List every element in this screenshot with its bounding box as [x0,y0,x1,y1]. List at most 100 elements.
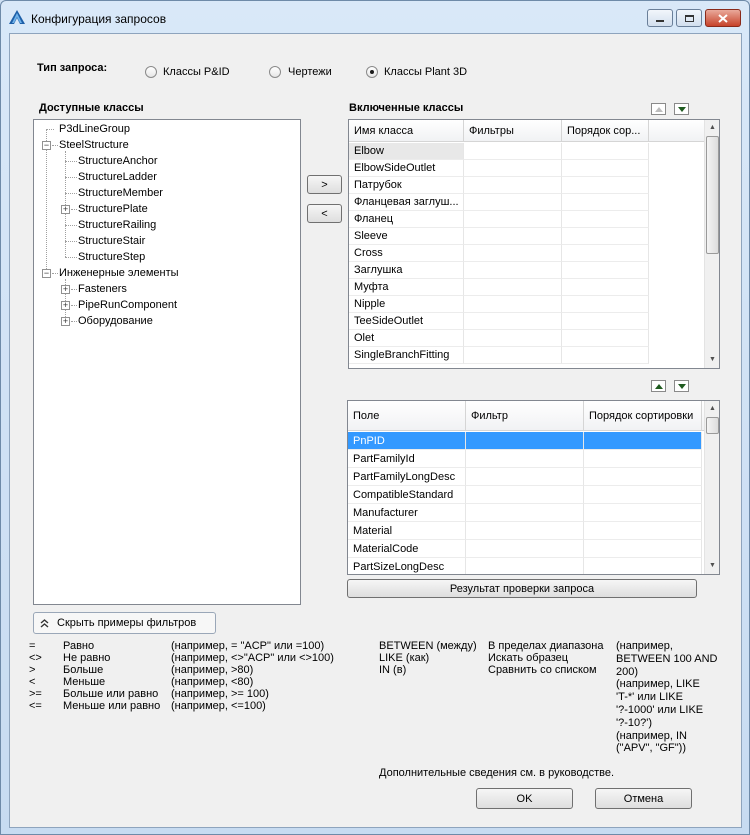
filters-cell[interactable] [464,330,562,347]
field-name-cell[interactable]: PnPID [348,432,466,450]
expand-structureplate-icon[interactable]: + [61,205,70,214]
sort-order-cell[interactable] [584,486,702,504]
filter-cell[interactable] [466,558,584,574]
tree-item-p3dlinegroup[interactable]: P3dLineGroup [59,123,130,135]
radio-pid-classes-label[interactable]: Классы P&ID [163,66,230,78]
included-class-row[interactable]: Заглушка [349,262,704,279]
tree-item-structurestep[interactable]: StructureStep [78,251,145,263]
sort-order-cell[interactable] [562,211,649,228]
sort-order-cell[interactable] [562,262,649,279]
sort-order-cell[interactable] [562,330,649,347]
maximize-button[interactable] [676,9,702,27]
filters-cell[interactable] [464,177,562,194]
filters-cell[interactable] [464,313,562,330]
sort-order-cell[interactable] [562,279,649,296]
column-header-field[interactable]: Поле [348,401,466,431]
hide-filter-examples-button[interactable]: Скрыть примеры фильтров [33,612,216,634]
filter-cell[interactable] [466,540,584,558]
sort-order-cell[interactable] [562,177,649,194]
included-class-row[interactable]: ElbowSideOutlet [349,160,704,177]
collapse-engineering-items-icon[interactable]: − [42,269,51,278]
available-classes-tree[interactable]: P3dLineGroup − SteelStructure StructureA… [33,119,301,605]
column-header-sort-order[interactable]: Порядок сортировки [584,401,702,431]
validate-query-button[interactable]: Результат проверки запроса [347,579,697,598]
filters-cell[interactable] [464,160,562,177]
filters-cell[interactable] [464,194,562,211]
filters-cell[interactable] [464,211,562,228]
included-class-row[interactable]: Фланец [349,211,704,228]
field-row[interactable]: PnPID [348,432,704,450]
move-field-down-button[interactable] [674,380,689,392]
filter-cell[interactable] [466,486,584,504]
radio-drawings-label[interactable]: Чертежи [288,66,332,78]
collapse-steelstructure-icon[interactable]: − [42,141,51,150]
class-name-cell[interactable]: SingleBranchFitting [349,347,464,364]
filters-cell[interactable] [464,143,562,160]
class-name-cell[interactable]: Патрубок [349,177,464,194]
filters-cell[interactable] [464,296,562,313]
filters-cell[interactable] [464,279,562,296]
filter-cell[interactable] [466,450,584,468]
included-class-row[interactable]: Муфта [349,279,704,296]
field-row[interactable]: MaterialCode [348,540,704,558]
minimize-button[interactable] [647,9,673,27]
sort-order-cell[interactable] [584,468,702,486]
tree-item-structuremember[interactable]: StructureMember [78,187,163,199]
sort-order-cell[interactable] [562,296,649,313]
sort-order-cell[interactable] [584,432,702,450]
filters-cell[interactable] [464,347,562,364]
filter-cell[interactable] [466,504,584,522]
included-class-row[interactable]: Elbow [349,143,704,160]
column-header-filters[interactable]: Фильтры [464,120,562,142]
scroll-down-icon[interactable]: ▼ [706,352,719,366]
move-class-up-button[interactable] [651,103,666,115]
class-name-cell[interactable]: Cross [349,245,464,262]
filters-cell[interactable] [464,228,562,245]
sort-order-cell[interactable] [584,558,702,574]
included-class-row[interactable]: Sleeve [349,228,704,245]
tree-item-equipment[interactable]: Оборудование [78,315,153,327]
field-name-cell[interactable]: PartSizeLongDesc [348,558,466,574]
tree-item-structurerailing[interactable]: StructureRailing [78,219,156,231]
scroll-down-icon[interactable]: ▼ [706,558,719,572]
add-class-button[interactable]: > [307,175,342,194]
column-header-class-name[interactable]: Имя класса [349,120,464,142]
class-name-cell[interactable]: TeeSideOutlet [349,313,464,330]
included-class-row[interactable]: Olet [349,330,704,347]
move-class-down-button[interactable] [674,103,689,115]
class-name-cell[interactable]: Фланцевая заглуш... [349,194,464,211]
tree-item-structurestair[interactable]: StructureStair [78,235,145,247]
move-field-up-button[interactable] [651,380,666,392]
expand-piperuncomponent-icon[interactable]: + [61,301,70,310]
column-header-sort-order[interactable]: Порядок сор... [562,120,649,142]
class-name-cell[interactable]: ElbowSideOutlet [349,160,464,177]
ok-button[interactable]: OK [476,788,573,809]
included-class-row[interactable]: Cross [349,245,704,262]
tree-item-engineering-items[interactable]: Инженерные элементы [59,267,179,279]
radio-plant3d-classes[interactable] [366,66,378,78]
field-row[interactable]: Manufacturer [348,504,704,522]
sort-order-cell[interactable] [562,245,649,262]
included-class-row[interactable]: Nipple [349,296,704,313]
class-name-cell[interactable]: Elbow [349,143,464,160]
sort-order-cell[interactable] [562,194,649,211]
class-name-cell[interactable]: Olet [349,330,464,347]
field-row[interactable]: CompatibleStandard [348,486,704,504]
expand-equipment-icon[interactable]: + [61,317,70,326]
sort-order-cell[interactable] [584,522,702,540]
filter-cell[interactable] [466,432,584,450]
sort-order-cell[interactable] [562,143,649,160]
scroll-up-icon[interactable]: ▲ [706,120,719,134]
sort-order-cell[interactable] [562,160,649,177]
included-class-row[interactable]: TeeSideOutlet [349,313,704,330]
tree-item-piperuncomponent[interactable]: PipeRunComponent [78,299,177,311]
filters-cell[interactable] [464,245,562,262]
radio-pid-classes[interactable] [145,66,157,78]
close-button[interactable] [705,9,741,27]
included-class-row[interactable]: SingleBranchFitting [349,347,704,364]
included-classes-grid[interactable]: Имя класса Фильтры Порядок сор... Elbow E… [348,119,720,369]
sort-order-cell[interactable] [562,228,649,245]
tree-item-steelstructure[interactable]: SteelStructure [59,139,129,151]
sort-order-cell[interactable] [584,504,702,522]
field-name-cell[interactable]: MaterialCode [348,540,466,558]
